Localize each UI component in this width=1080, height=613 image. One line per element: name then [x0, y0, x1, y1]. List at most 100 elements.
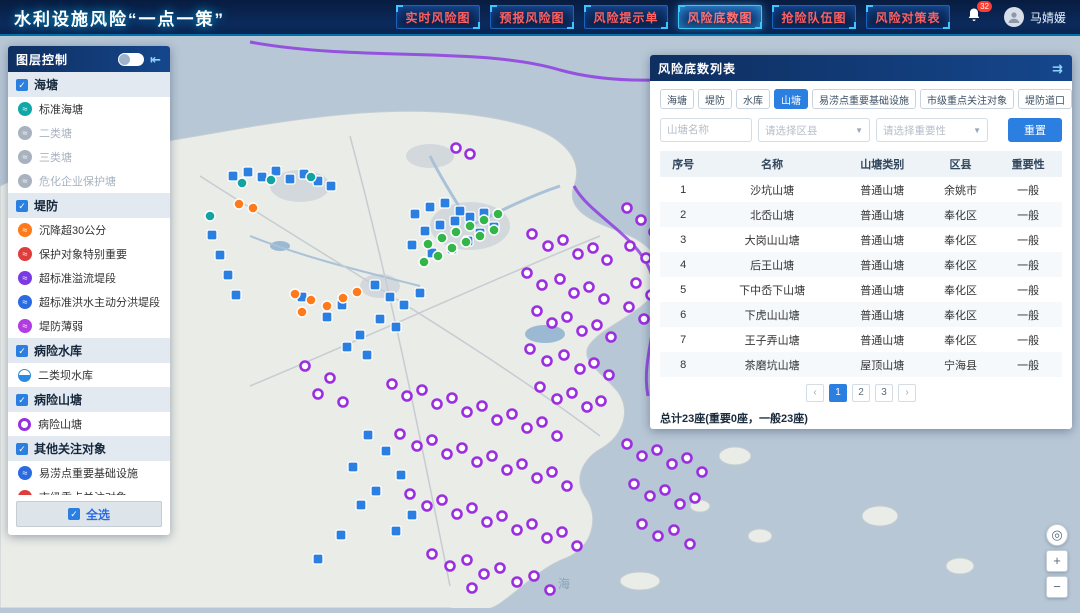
- nav-button-3[interactable]: 风险提示单: [584, 5, 668, 29]
- levee-orange-marker-icon[interactable]: [234, 199, 244, 209]
- reservoir-marker-icon[interactable]: [342, 342, 352, 352]
- select-all-checkbox[interactable]: ✓: [68, 508, 80, 520]
- pond-marker-icon[interactable]: [403, 392, 412, 401]
- levee-orange-marker-icon[interactable]: [297, 307, 307, 317]
- importance-select[interactable]: 请选择重要性 ▼: [876, 118, 988, 142]
- panel-collapse-icon[interactable]: ⇉: [1052, 62, 1064, 75]
- pond-marker-icon[interactable]: [559, 236, 568, 245]
- levee-gate-marker-icon[interactable]: [447, 243, 457, 253]
- pond-marker-icon[interactable]: [691, 494, 700, 503]
- select-all-button[interactable]: ✓ 全选: [16, 501, 162, 527]
- page-button[interactable]: 2: [852, 384, 870, 402]
- reservoir-marker-icon[interactable]: [363, 430, 373, 440]
- pond-marker-icon[interactable]: [630, 480, 639, 489]
- seawall-marker-icon[interactable]: [306, 172, 316, 182]
- pond-marker-icon[interactable]: [533, 307, 542, 316]
- page-button[interactable]: 3: [875, 384, 893, 402]
- pond-marker-icon[interactable]: [558, 528, 567, 537]
- layer-item[interactable]: ≈保护对象特别重要: [8, 242, 170, 266]
- reservoir-marker-icon[interactable]: [228, 171, 238, 181]
- reservoir-marker-icon[interactable]: [455, 206, 465, 216]
- reservoir-marker-icon[interactable]: [348, 462, 358, 472]
- pond-marker-icon[interactable]: [548, 319, 557, 328]
- pond-marker-icon[interactable]: [453, 510, 462, 519]
- levee-gate-marker-icon[interactable]: [451, 227, 461, 237]
- tab-button-2[interactable]: 堤防: [698, 89, 732, 109]
- collapse-panel-icon[interactable]: ⇤: [150, 53, 162, 66]
- pond-marker-icon[interactable]: [578, 327, 587, 336]
- seawall-marker-icon[interactable]: [237, 178, 247, 188]
- levee-orange-marker-icon[interactable]: [306, 295, 316, 305]
- pond-marker-icon[interactable]: [603, 256, 612, 265]
- pond-marker-icon[interactable]: [576, 365, 585, 374]
- layer-toggle-switch[interactable]: [118, 53, 144, 66]
- pond-marker-icon[interactable]: [597, 397, 606, 406]
- pond-marker-icon[interactable]: [670, 526, 679, 535]
- pond-marker-icon[interactable]: [583, 403, 592, 412]
- pond-marker-icon[interactable]: [448, 394, 457, 403]
- pond-marker-icon[interactable]: [574, 250, 583, 259]
- table-row[interactable]: 7王子弄山塘普通山塘奉化区一般: [660, 327, 1062, 352]
- reservoir-marker-icon[interactable]: [415, 288, 425, 298]
- pond-marker-icon[interactable]: [653, 446, 662, 455]
- pond-marker-icon[interactable]: [488, 452, 497, 461]
- pond-marker-icon[interactable]: [301, 362, 310, 371]
- pond-marker-icon[interactable]: [513, 526, 522, 535]
- pond-marker-icon[interactable]: [438, 496, 447, 505]
- table-row[interactable]: 6下虎山山塘普通山塘奉化区一般: [660, 302, 1062, 327]
- group-checkbox[interactable]: ✓: [16, 443, 28, 455]
- pond-marker-icon[interactable]: [463, 556, 472, 565]
- pond-marker-icon[interactable]: [600, 295, 609, 304]
- reservoir-marker-icon[interactable]: [399, 300, 409, 310]
- zoom-in-button[interactable]: +: [1046, 550, 1068, 572]
- pond-marker-icon[interactable]: [668, 460, 677, 469]
- pond-marker-icon[interactable]: [478, 402, 487, 411]
- nav-button-1[interactable]: 实时风险图: [396, 5, 480, 29]
- nav-button-4[interactable]: 风险底数图: [678, 5, 762, 29]
- pond-marker-icon[interactable]: [589, 244, 598, 253]
- levee-orange-marker-icon[interactable]: [338, 293, 348, 303]
- pond-name-input[interactable]: [660, 118, 752, 142]
- pond-marker-icon[interactable]: [526, 345, 535, 354]
- pond-marker-icon[interactable]: [548, 468, 557, 477]
- pond-marker-icon[interactable]: [625, 303, 634, 312]
- layer-group-header[interactable]: ✓堤防: [8, 193, 170, 218]
- levee-gate-marker-icon[interactable]: [479, 215, 489, 225]
- group-checkbox[interactable]: ✓: [16, 394, 28, 406]
- pond-marker-icon[interactable]: [483, 518, 492, 527]
- levee-orange-marker-icon[interactable]: [248, 203, 258, 213]
- pond-marker-icon[interactable]: [637, 216, 646, 225]
- levee-gate-marker-icon[interactable]: [475, 231, 485, 241]
- next-page-button[interactable]: ›: [898, 384, 916, 402]
- reservoir-marker-icon[interactable]: [356, 500, 366, 510]
- levee-orange-marker-icon[interactable]: [290, 289, 300, 299]
- pond-marker-icon[interactable]: [698, 468, 707, 477]
- tab-button-6[interactable]: 市级重点关注对象: [920, 89, 1014, 109]
- levee-gate-marker-icon[interactable]: [493, 209, 503, 219]
- layer-item[interactable]: ≈易涝点重要基础设施: [8, 461, 170, 485]
- pond-marker-icon[interactable]: [646, 492, 655, 501]
- layer-group-header[interactable]: ✓病险山塘: [8, 387, 170, 412]
- reservoir-marker-icon[interactable]: [450, 216, 460, 226]
- reservoir-marker-icon[interactable]: [385, 292, 395, 302]
- pond-marker-icon[interactable]: [605, 371, 614, 380]
- pond-marker-icon[interactable]: [473, 458, 482, 467]
- reservoir-marker-icon[interactable]: [370, 280, 380, 290]
- pond-marker-icon[interactable]: [560, 351, 569, 360]
- pond-marker-icon[interactable]: [573, 542, 582, 551]
- pond-marker-icon[interactable]: [428, 436, 437, 445]
- reservoir-marker-icon[interactable]: [355, 330, 365, 340]
- layer-group-header[interactable]: ✓病险水库: [8, 338, 170, 363]
- layer-item[interactable]: ≈标准海塘: [8, 97, 170, 121]
- levee-gate-marker-icon[interactable]: [489, 225, 499, 235]
- reservoir-marker-icon[interactable]: [362, 350, 372, 360]
- reservoir-marker-icon[interactable]: [410, 209, 420, 219]
- reservoir-marker-icon[interactable]: [326, 181, 336, 191]
- reservoir-marker-icon[interactable]: [407, 240, 417, 250]
- pond-marker-icon[interactable]: [530, 572, 539, 581]
- reservoir-marker-icon[interactable]: [215, 250, 225, 260]
- pond-marker-icon[interactable]: [626, 242, 635, 251]
- pond-marker-icon[interactable]: [418, 386, 427, 395]
- group-checkbox[interactable]: ✓: [16, 345, 28, 357]
- reservoir-marker-icon[interactable]: [336, 530, 346, 540]
